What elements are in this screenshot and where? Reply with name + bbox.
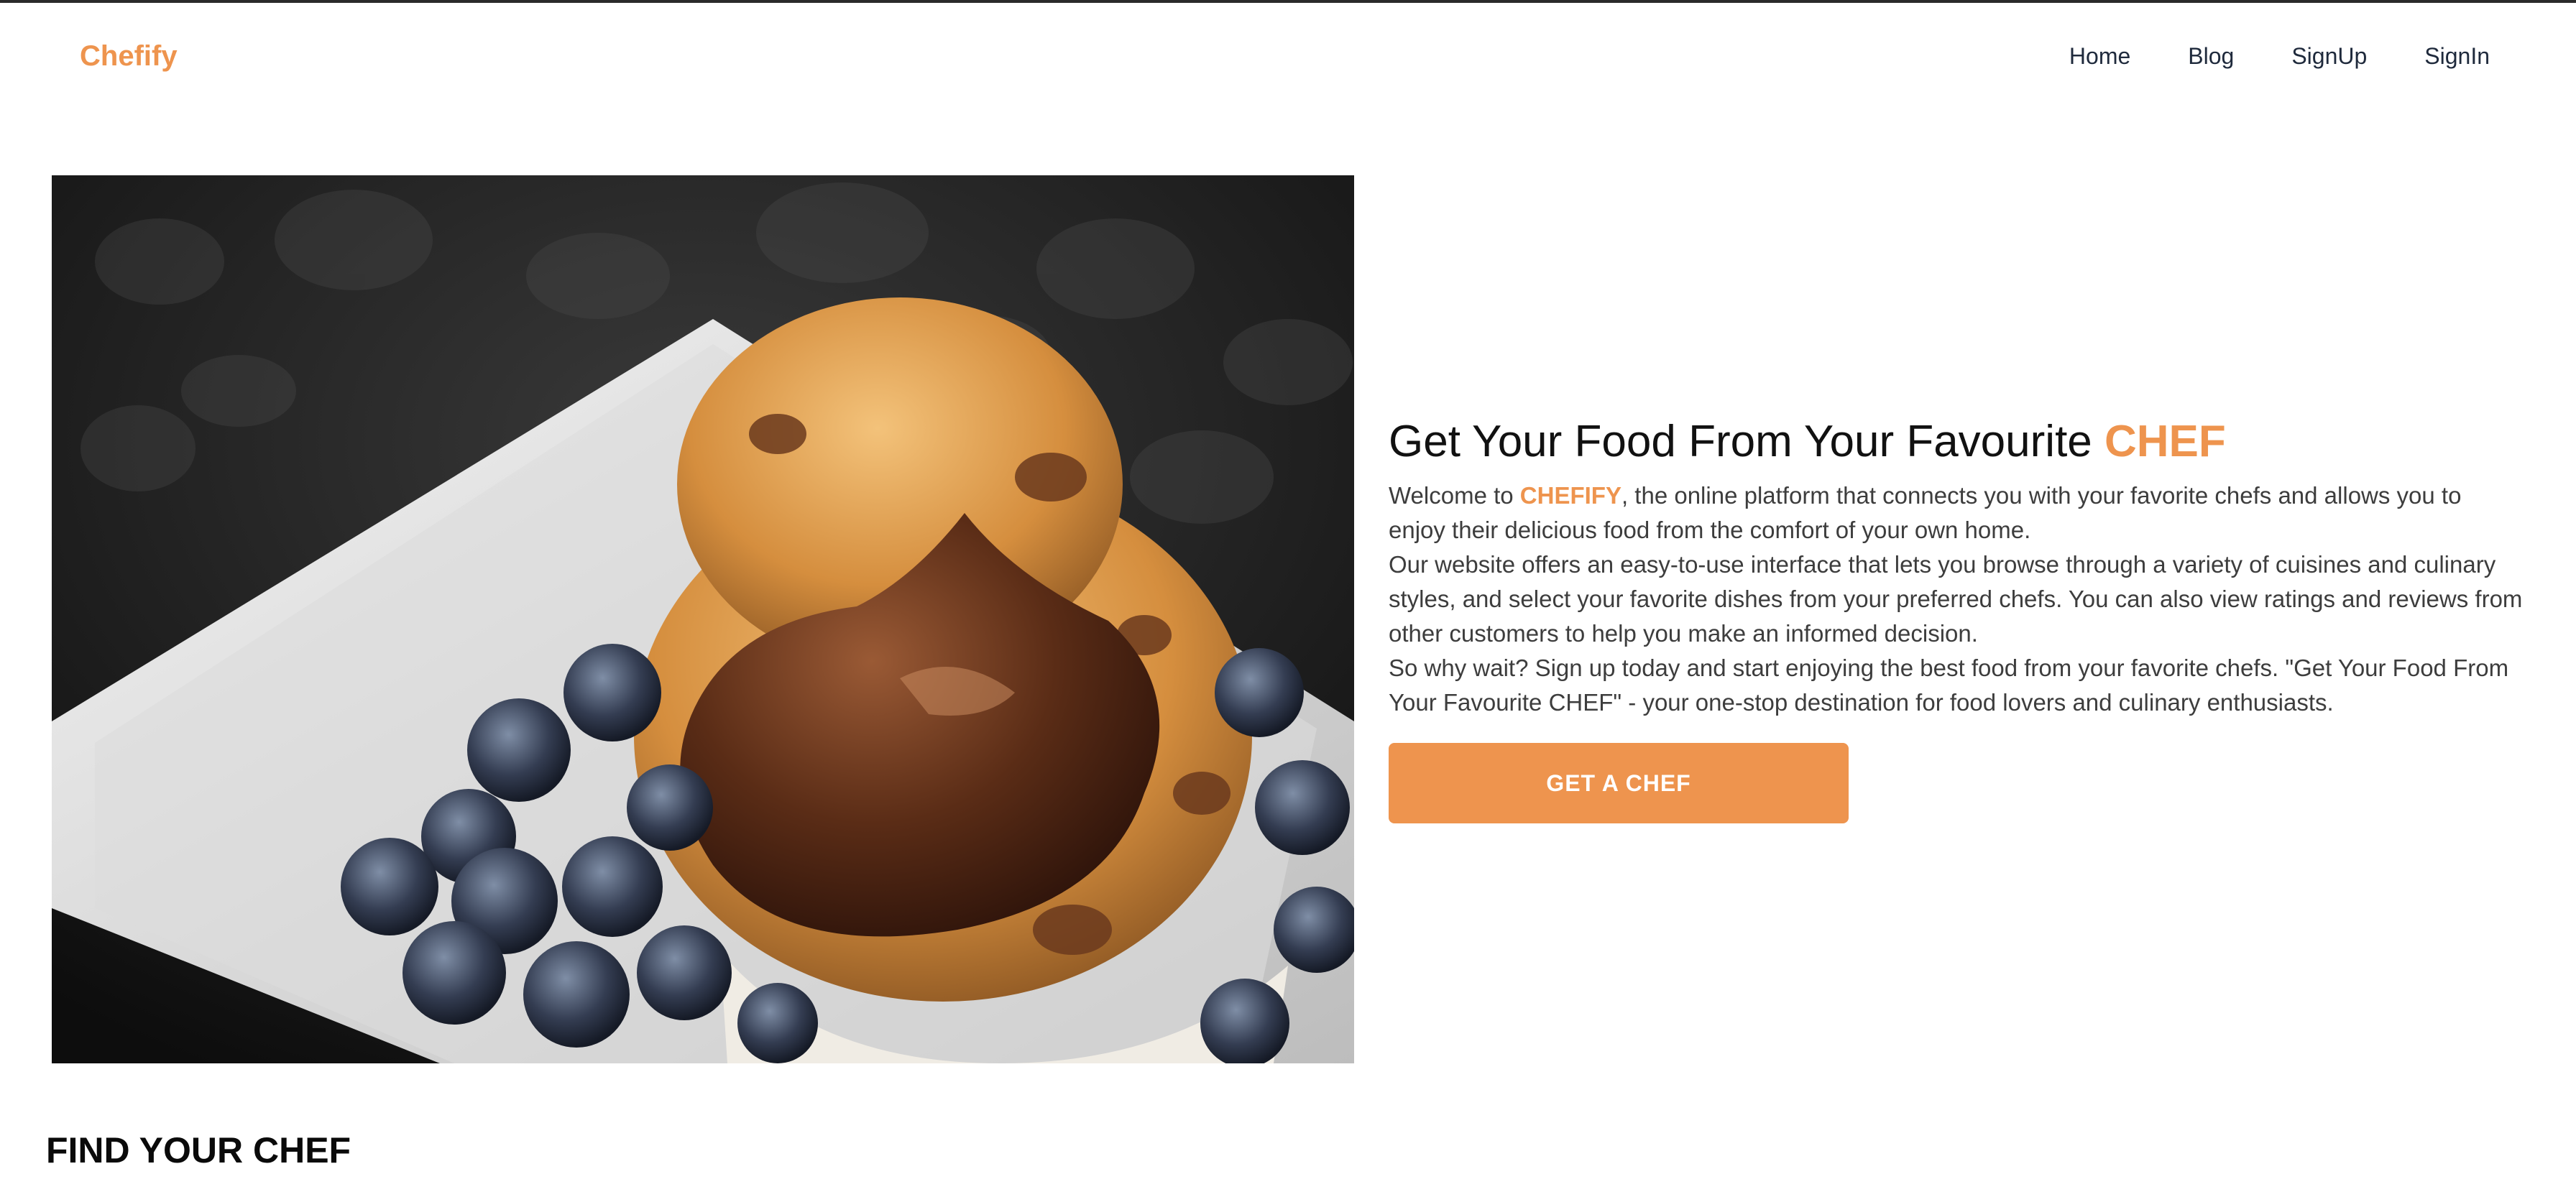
find-your-chef-heading: FIND YOUR CHEF: [46, 1130, 351, 1170]
hero-description: Welcome to CHEFIFY, the online platform …: [1389, 479, 2524, 720]
nav-signup-link[interactable]: SignUp: [2291, 43, 2367, 70]
get-a-chef-button[interactable]: GET A CHEF: [1389, 743, 1849, 823]
hero-paragraph-3: So why wait? Sign up today and start enj…: [1389, 655, 2509, 716]
brand-logo[interactable]: Chefify: [80, 40, 178, 73]
nav-home-link[interactable]: Home: [2069, 43, 2130, 70]
hero-paragraph-2: Our website offers an easy-to-use interf…: [1389, 551, 2523, 647]
hero-title-main: Get Your Food From Your Favourite: [1389, 417, 2104, 466]
nav-blog-link[interactable]: Blog: [2188, 43, 2234, 70]
navbar: Chefify Home Blog SignUp SignIn: [0, 3, 2576, 111]
hero-paragraph-1: Welcome to CHEFIFY, the online platform …: [1389, 479, 2524, 547]
hero-title: Get Your Food From Your Favourite CHEF: [1389, 414, 2524, 470]
para1-brand: CHEFIFY: [1519, 482, 1622, 509]
hero-title-accent: CHEF: [2104, 417, 2226, 466]
nav-links: Home Blog SignUp SignIn: [2069, 43, 2490, 70]
hero-text: Get Your Food From Your Favourite CHEF W…: [1389, 414, 2524, 823]
hero-image: [52, 175, 1354, 1063]
para1-before: Welcome to: [1389, 482, 1520, 509]
nav-signin-link[interactable]: SignIn: [2424, 43, 2490, 70]
